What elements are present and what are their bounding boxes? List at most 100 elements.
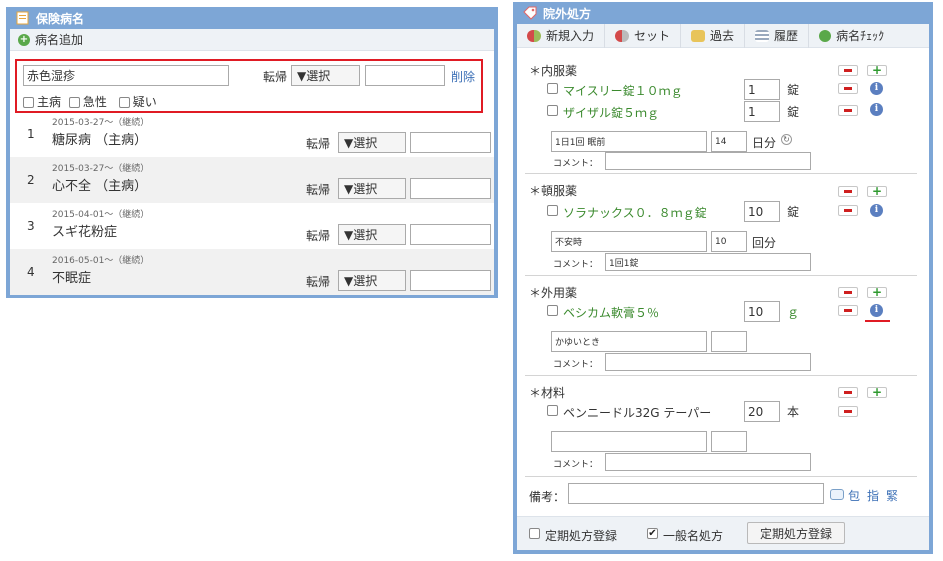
section-divider [525,275,917,276]
main-disease-checkbox[interactable] [23,97,34,108]
drug-checkbox[interactable] [547,105,558,116]
drug-unit: 錠 [787,105,800,119]
drug-checkbox[interactable] [547,205,558,216]
ippan-checkbox[interactable] [647,528,658,539]
add-drug-button[interactable]: + [867,64,887,76]
comment-input[interactable] [605,453,811,471]
disease-check-button[interactable]: 病名ﾁｪｯｸ [809,24,894,48]
days-input[interactable]: 14 [711,131,747,152]
drug-checkbox[interactable] [547,305,558,316]
drug-name: ザイザル錠５ｍｇ [563,106,660,120]
row-tenki-label: 転帰 [306,275,331,289]
remove-drug-button[interactable] [838,205,858,216]
section-title-zairyo: ＊材料 [529,386,566,400]
section-title-naifuku: ＊内服薬 [529,64,578,78]
search-icon[interactable] [830,489,844,500]
prescription-footer: 定期処方登録 一般名処方 定期処方登録 [517,516,929,550]
suspect-label: 疑い [132,95,157,109]
disease-row: 1 2015-03-27～（継続） 糖尿病 （主病） 転帰 ▼選択 [10,111,494,157]
row-tenki-date-input[interactable] [410,270,491,291]
add-drug-button[interactable]: + [867,286,887,298]
drug-name: ソラナックス０．８ｍｇ錠 [563,206,707,220]
times-input[interactable]: 10 [711,231,747,252]
biko-label: 備考： [529,490,566,504]
drug-name: ペンニードル32G テーパー [563,406,712,420]
folder-arrow-icon [691,29,706,42]
remove-section-button[interactable] [838,287,858,298]
drug-qty-input[interactable]: 10 [744,301,780,322]
prescription-toolbar: 新規入力 セット 過去 履歴 病名ﾁｪｯｸ [517,23,929,48]
drug-checkbox[interactable] [547,405,558,416]
row-date: 2015-04-01～（継続） [52,210,150,220]
info-icon[interactable]: i [870,103,883,116]
new-input-button[interactable]: 新規入力 [517,23,606,48]
document-icon [16,11,30,25]
times-input[interactable] [711,431,747,452]
row-tenki-select[interactable]: ▼選択 [338,224,406,245]
past-button[interactable]: 過去 [681,23,746,48]
biko-link-kin[interactable]: 緊 [886,487,898,504]
disease-row: 4 2016-05-01～（継続） 不眠症 転帰 ▼選択 [10,249,494,295]
history-button[interactable]: 履歴 [745,23,810,48]
register-teiki-button[interactable]: 定期処方登録 [747,522,845,544]
row-tenki-date-input[interactable] [410,224,491,245]
drug-checkbox[interactable] [547,83,558,94]
remove-section-button[interactable] [838,65,858,76]
row-tenki-select[interactable]: ▼選択 [338,132,406,153]
times-input[interactable] [711,331,747,352]
info-icon[interactable]: i [870,82,883,95]
drug-unit: ｇ [787,305,800,319]
add-drug-button[interactable]: + [867,185,887,197]
delete-link[interactable]: 削除 [451,68,475,85]
disease-name-input[interactable]: 赤色湿疹 [23,65,229,86]
drug-qty-input[interactable]: 1 [744,101,780,122]
disease-check-label: 病名ﾁｪｯｸ [836,29,885,43]
remove-section-button[interactable] [838,186,858,197]
refresh-icon[interactable]: ↻ [781,134,792,145]
row-disease-name: 糖尿病 （主病） [52,133,148,148]
row-tenki-date-input[interactable] [410,132,491,153]
row-tenki-date-input[interactable] [410,178,491,199]
usage-input[interactable] [551,431,707,452]
remove-drug-button[interactable] [838,105,858,116]
biko-link-shi[interactable]: 指 [867,487,879,504]
acute-checkbox[interactable] [68,97,80,108]
drug-qty-input[interactable]: 20 [744,401,780,422]
add-drug-button[interactable]: + [867,386,887,398]
tenki-date-input[interactable] [365,65,445,86]
history-label: 履歴 [774,29,799,43]
row-number: 2 [27,173,35,187]
comment-input[interactable]: 1回1錠 [605,253,811,271]
row-number: 4 [27,265,35,279]
suspect-checkbox[interactable] [118,97,130,108]
set-button[interactable]: セット [605,23,682,48]
remove-drug-button[interactable] [838,305,858,316]
times-unit: 回分 [752,236,777,250]
pill-icon [615,29,630,42]
biko-link-hou[interactable]: 包 [848,487,860,504]
remove-drug-button[interactable] [838,406,858,417]
usage-input[interactable]: かゆいとき [551,331,707,352]
row-tenki-select[interactable]: ▼選択 [338,270,406,291]
info-icon[interactable]: i [870,204,883,217]
ippan-label: 一般名処方 [663,529,724,543]
add-disease-button[interactable]: 病名追加 [35,31,83,48]
drug-qty-input[interactable]: 10 [744,201,780,222]
disease-toolbar: + 病名追加 [10,29,494,51]
row-tenki-label: 転帰 [306,229,331,243]
remove-section-button[interactable] [838,387,858,398]
add-circle-icon: + [18,33,30,46]
usage-input[interactable]: 1日1回 眠前 [551,131,707,152]
prescription-panel-title: 院外処方 [543,6,592,21]
teiki-checkbox[interactable] [529,528,540,539]
disease-row: 2 2015-03-27～（継続） 心不全 （主病） 転帰 ▼選択 [10,157,494,203]
biko-input[interactable] [568,483,824,504]
remove-drug-button[interactable] [838,83,858,94]
drug-qty-input[interactable]: 1 [744,79,780,100]
usage-input[interactable]: 不安時 [551,231,707,252]
info-icon[interactable]: i [870,304,883,317]
comment-input[interactable] [605,353,811,371]
row-tenki-select[interactable]: ▼選択 [338,178,406,199]
comment-input[interactable] [605,152,811,170]
tenki-select[interactable]: ▼選択 [291,65,360,86]
